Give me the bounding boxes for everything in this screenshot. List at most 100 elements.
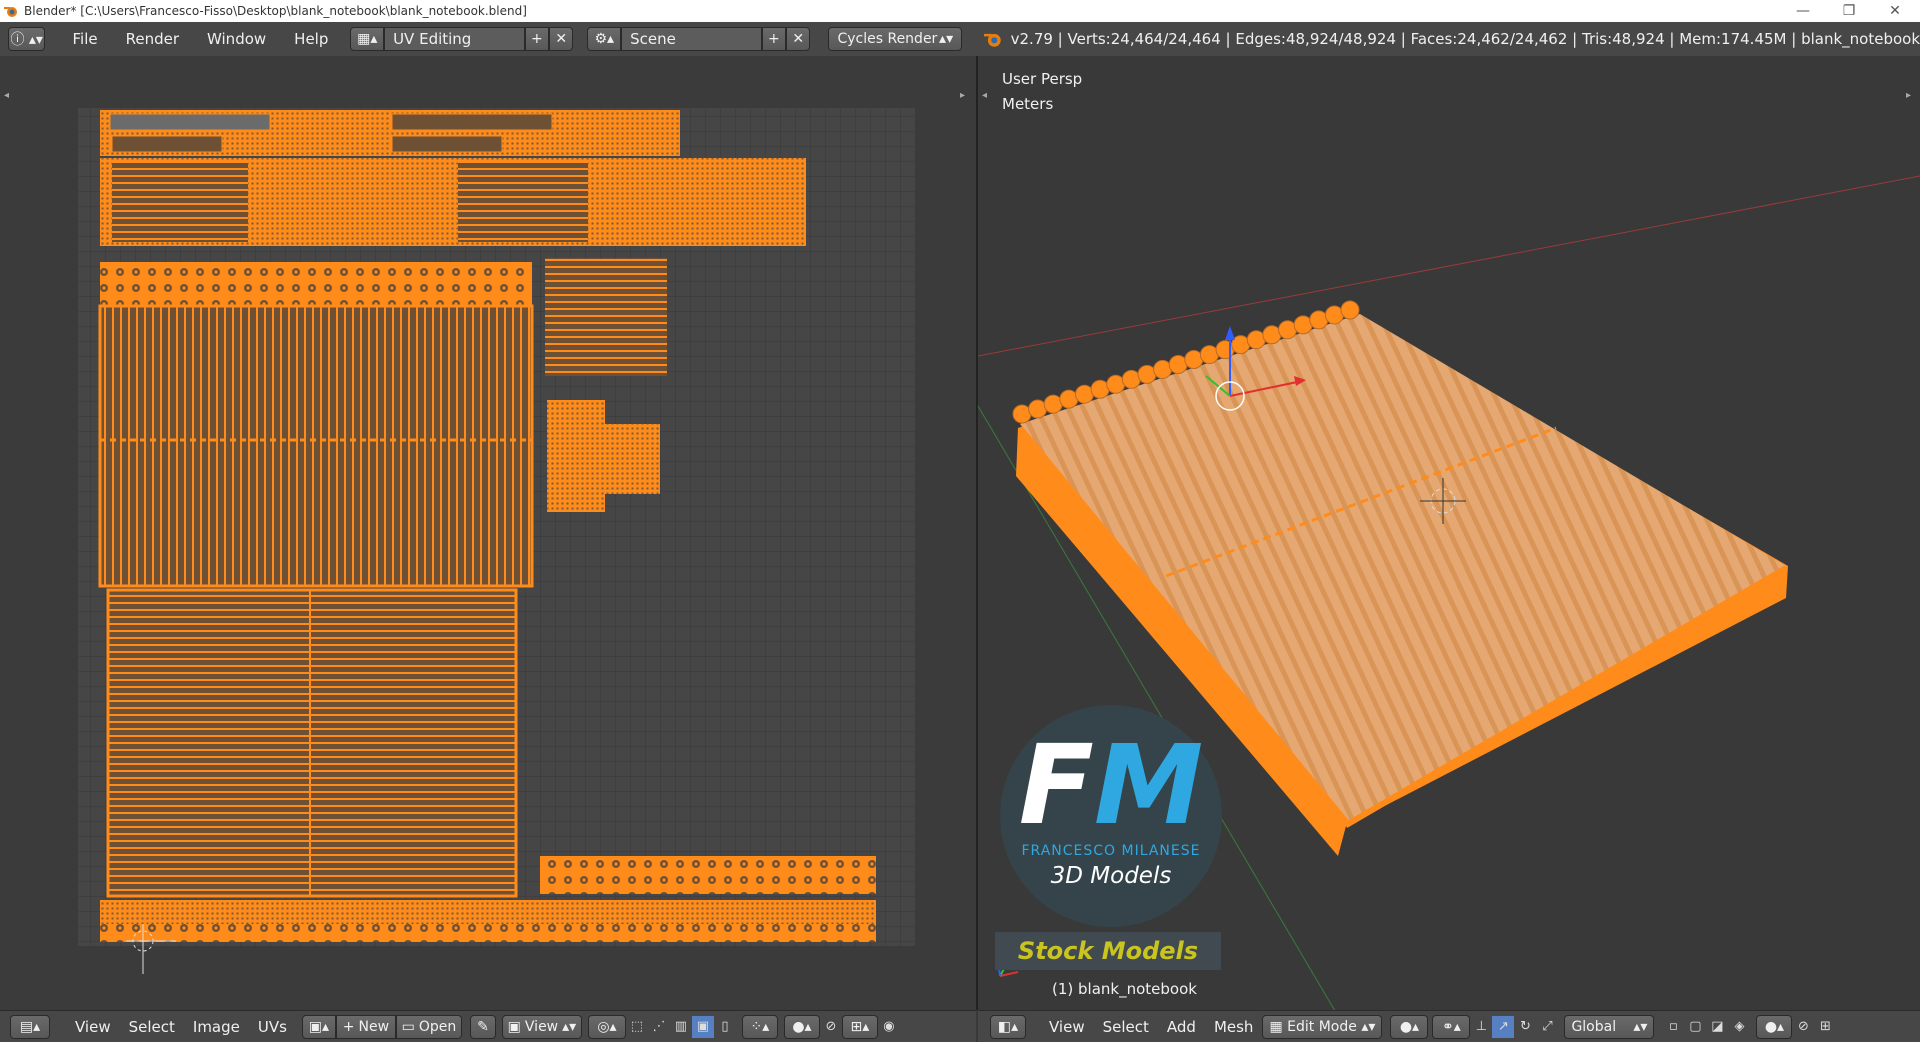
- uv-menu-uvs[interactable]: UVs: [249, 1018, 296, 1036]
- blender-icon: [984, 30, 1005, 48]
- sticky-select-icon[interactable]: ⁘▴: [741, 1014, 778, 1039]
- view-mode-select[interactable]: ▣ View ▴▾: [501, 1014, 582, 1039]
- spiral-ring: [1340, 300, 1360, 320]
- x-axis-line: [978, 175, 1920, 357]
- viewport-header: ◧▴ View Select Add Mesh ▦ Edit Mode ▴▾ ●▴ …: [978, 1010, 1920, 1042]
- edge-select-mode-icon[interactable]: ▢: [1684, 1016, 1706, 1038]
- vertex-select-mode-icon[interactable]: ▫: [1662, 1016, 1684, 1038]
- vp-menu-mesh[interactable]: Mesh: [1205, 1018, 1263, 1036]
- pivot-icon[interactable]: ◎▴: [587, 1014, 626, 1039]
- uv-menu-view[interactable]: View: [66, 1018, 120, 1036]
- snap-icon[interactable]: ⊘: [820, 1016, 842, 1038]
- region-expand-icon[interactable]: ▸: [1906, 90, 1911, 101]
- folder-icon: ▭: [401, 1018, 415, 1035]
- render-engine-select[interactable]: Cycles Render ▴▾: [828, 27, 963, 51]
- proportional-edit-icon[interactable]: ●▴: [1756, 1014, 1793, 1039]
- uv-menu-image[interactable]: Image: [184, 1018, 249, 1036]
- uv-island-spiral: [100, 924, 876, 942]
- open-image-button[interactable]: ▭ Open: [395, 1014, 462, 1039]
- new-image-button[interactable]: + New: [335, 1014, 396, 1039]
- vp-menu-view[interactable]: View: [1040, 1018, 1094, 1036]
- uv-island: [391, 113, 553, 131]
- minimize-icon[interactable]: —: [1780, 0, 1826, 22]
- menu-file[interactable]: File: [59, 30, 112, 48]
- scene-field[interactable]: Scene: [621, 27, 762, 51]
- proportional-edit-icon[interactable]: ●▴: [783, 1014, 820, 1039]
- editor-type-3d-button[interactable]: ◧▴: [990, 1014, 1026, 1039]
- uv-menu-select[interactable]: Select: [120, 1018, 184, 1036]
- window-title: Blender* [C:\Users\Francesco-Fisso\Deskt…: [24, 4, 527, 18]
- watermark-letters: FM: [1000, 730, 1222, 840]
- uv-image-editor[interactable]: ◂ ▸: [0, 56, 978, 1010]
- vertex-select-icon[interactable]: ⋰: [648, 1016, 670, 1038]
- scene-stats: v2.79 | Verts:24,464/24,464 | Edges:48,9…: [1010, 30, 1920, 48]
- stock-models-banner: Stock Models: [995, 932, 1221, 970]
- plus-icon: +: [342, 1018, 355, 1035]
- chevron-updown-icon: ▴▾: [1633, 1018, 1648, 1035]
- menu-window[interactable]: Window: [193, 30, 280, 48]
- rotate-icon[interactable]: ↻: [1514, 1016, 1536, 1038]
- scale-icon[interactable]: ⤢: [1536, 1016, 1558, 1038]
- menu-render[interactable]: Render: [112, 30, 193, 48]
- uv-island: [391, 135, 503, 153]
- render-preview-icon[interactable]: ◉: [878, 1016, 900, 1038]
- snap-icon[interactable]: ⊘: [1792, 1016, 1814, 1038]
- limit-selection-icon[interactable]: ◈: [1728, 1016, 1750, 1038]
- face-select-mode-icon[interactable]: ◪: [1706, 1016, 1728, 1038]
- view-mode-icon: ▣: [507, 1018, 521, 1035]
- uv-island-spiral: [100, 262, 532, 306]
- chevron-updown-icon: ▴▾: [562, 1018, 577, 1035]
- image-browse-icon[interactable]: ▣▴: [301, 1014, 336, 1039]
- remove-screen-icon[interactable]: ✕: [549, 27, 574, 51]
- uv-canvas[interactable]: ◂ ▸: [0, 56, 976, 1010]
- snap-target-icon[interactable]: ⊞: [1814, 1016, 1836, 1038]
- pivot-point-icon[interactable]: ⚭▴: [1432, 1014, 1471, 1039]
- uv-island-pages: [106, 588, 518, 898]
- uv-island: [100, 900, 876, 924]
- uv-editor-header: ▤▴ View Select Image UVs ▣▴ + New ▭ Open ✎…: [0, 1010, 976, 1042]
- edge-select-icon[interactable]: ▥: [670, 1016, 692, 1038]
- face-select-icon[interactable]: ▣: [691, 1015, 714, 1038]
- sync-selection-icon[interactable]: ⬚: [626, 1016, 648, 1038]
- mode-select[interactable]: ▦ Edit Mode ▴▾: [1262, 1014, 1383, 1039]
- pin-icon[interactable]: ✎: [469, 1014, 496, 1039]
- uv-island: [111, 135, 223, 153]
- edit-mode-icon: ▦: [1269, 1018, 1283, 1035]
- chevron-updown-icon: ▴▾: [939, 31, 954, 47]
- translate-icon[interactable]: ↗: [1492, 1015, 1515, 1038]
- island-select-icon[interactable]: ▯: [714, 1016, 736, 1038]
- uv-island: [458, 162, 588, 242]
- vp-menu-add[interactable]: Add: [1158, 1018, 1205, 1036]
- screen-layout-icon[interactable]: ▦▴: [350, 27, 385, 51]
- uv-island: [112, 162, 248, 242]
- watermark-subtitle: 3D Models: [1050, 863, 1172, 889]
- shading-icon[interactable]: ●▴: [1390, 1014, 1429, 1039]
- close-window-icon[interactable]: ✕: [1872, 0, 1918, 22]
- units-label: Meters: [1002, 95, 1054, 113]
- region-expand-icon[interactable]: ◂: [982, 90, 987, 101]
- view-name-label: User Persp: [1002, 70, 1083, 88]
- watermark-letter-f: F: [1018, 721, 1094, 849]
- menu-help[interactable]: Help: [280, 30, 342, 48]
- uv-island: [109, 113, 271, 131]
- region-expand-icon[interactable]: ◂: [4, 90, 9, 101]
- scene-icon[interactable]: ⚙▴: [587, 27, 622, 51]
- mode-label: Edit Mode: [1287, 1018, 1357, 1035]
- info-header: ⓘ ▴▾ File Render Window Help ▦▴ UV Editi…: [0, 22, 1920, 57]
- manipulator-toggle-icon[interactable]: ⊥: [1470, 1016, 1492, 1038]
- uv-island: [545, 258, 667, 376]
- watermark-logo: FM FRANCESCO MILANESE 3D Models: [1000, 705, 1222, 927]
- restore-icon[interactable]: ❐: [1826, 0, 1872, 22]
- editor-type-info-button[interactable]: ⓘ ▴▾: [8, 27, 46, 51]
- remove-scene-icon[interactable]: ✕: [786, 27, 811, 51]
- editor-type-uv-button[interactable]: ▤▴: [10, 1014, 50, 1039]
- orientation-select[interactable]: Global ▴▾: [1564, 1014, 1655, 1039]
- add-scene-icon[interactable]: +: [761, 27, 787, 51]
- orientation-label: Global: [1571, 1018, 1617, 1035]
- vp-menu-select[interactable]: Select: [1094, 1018, 1158, 1036]
- region-expand-icon[interactable]: ▸: [960, 90, 965, 101]
- snap-element-icon[interactable]: ⊞▴: [841, 1014, 878, 1039]
- screen-layout-field[interactable]: UV Editing: [384, 27, 525, 51]
- add-screen-icon[interactable]: +: [524, 27, 550, 51]
- window-titlebar: Blender* [C:\Users\Francesco-Fisso\Deskt…: [0, 0, 1920, 22]
